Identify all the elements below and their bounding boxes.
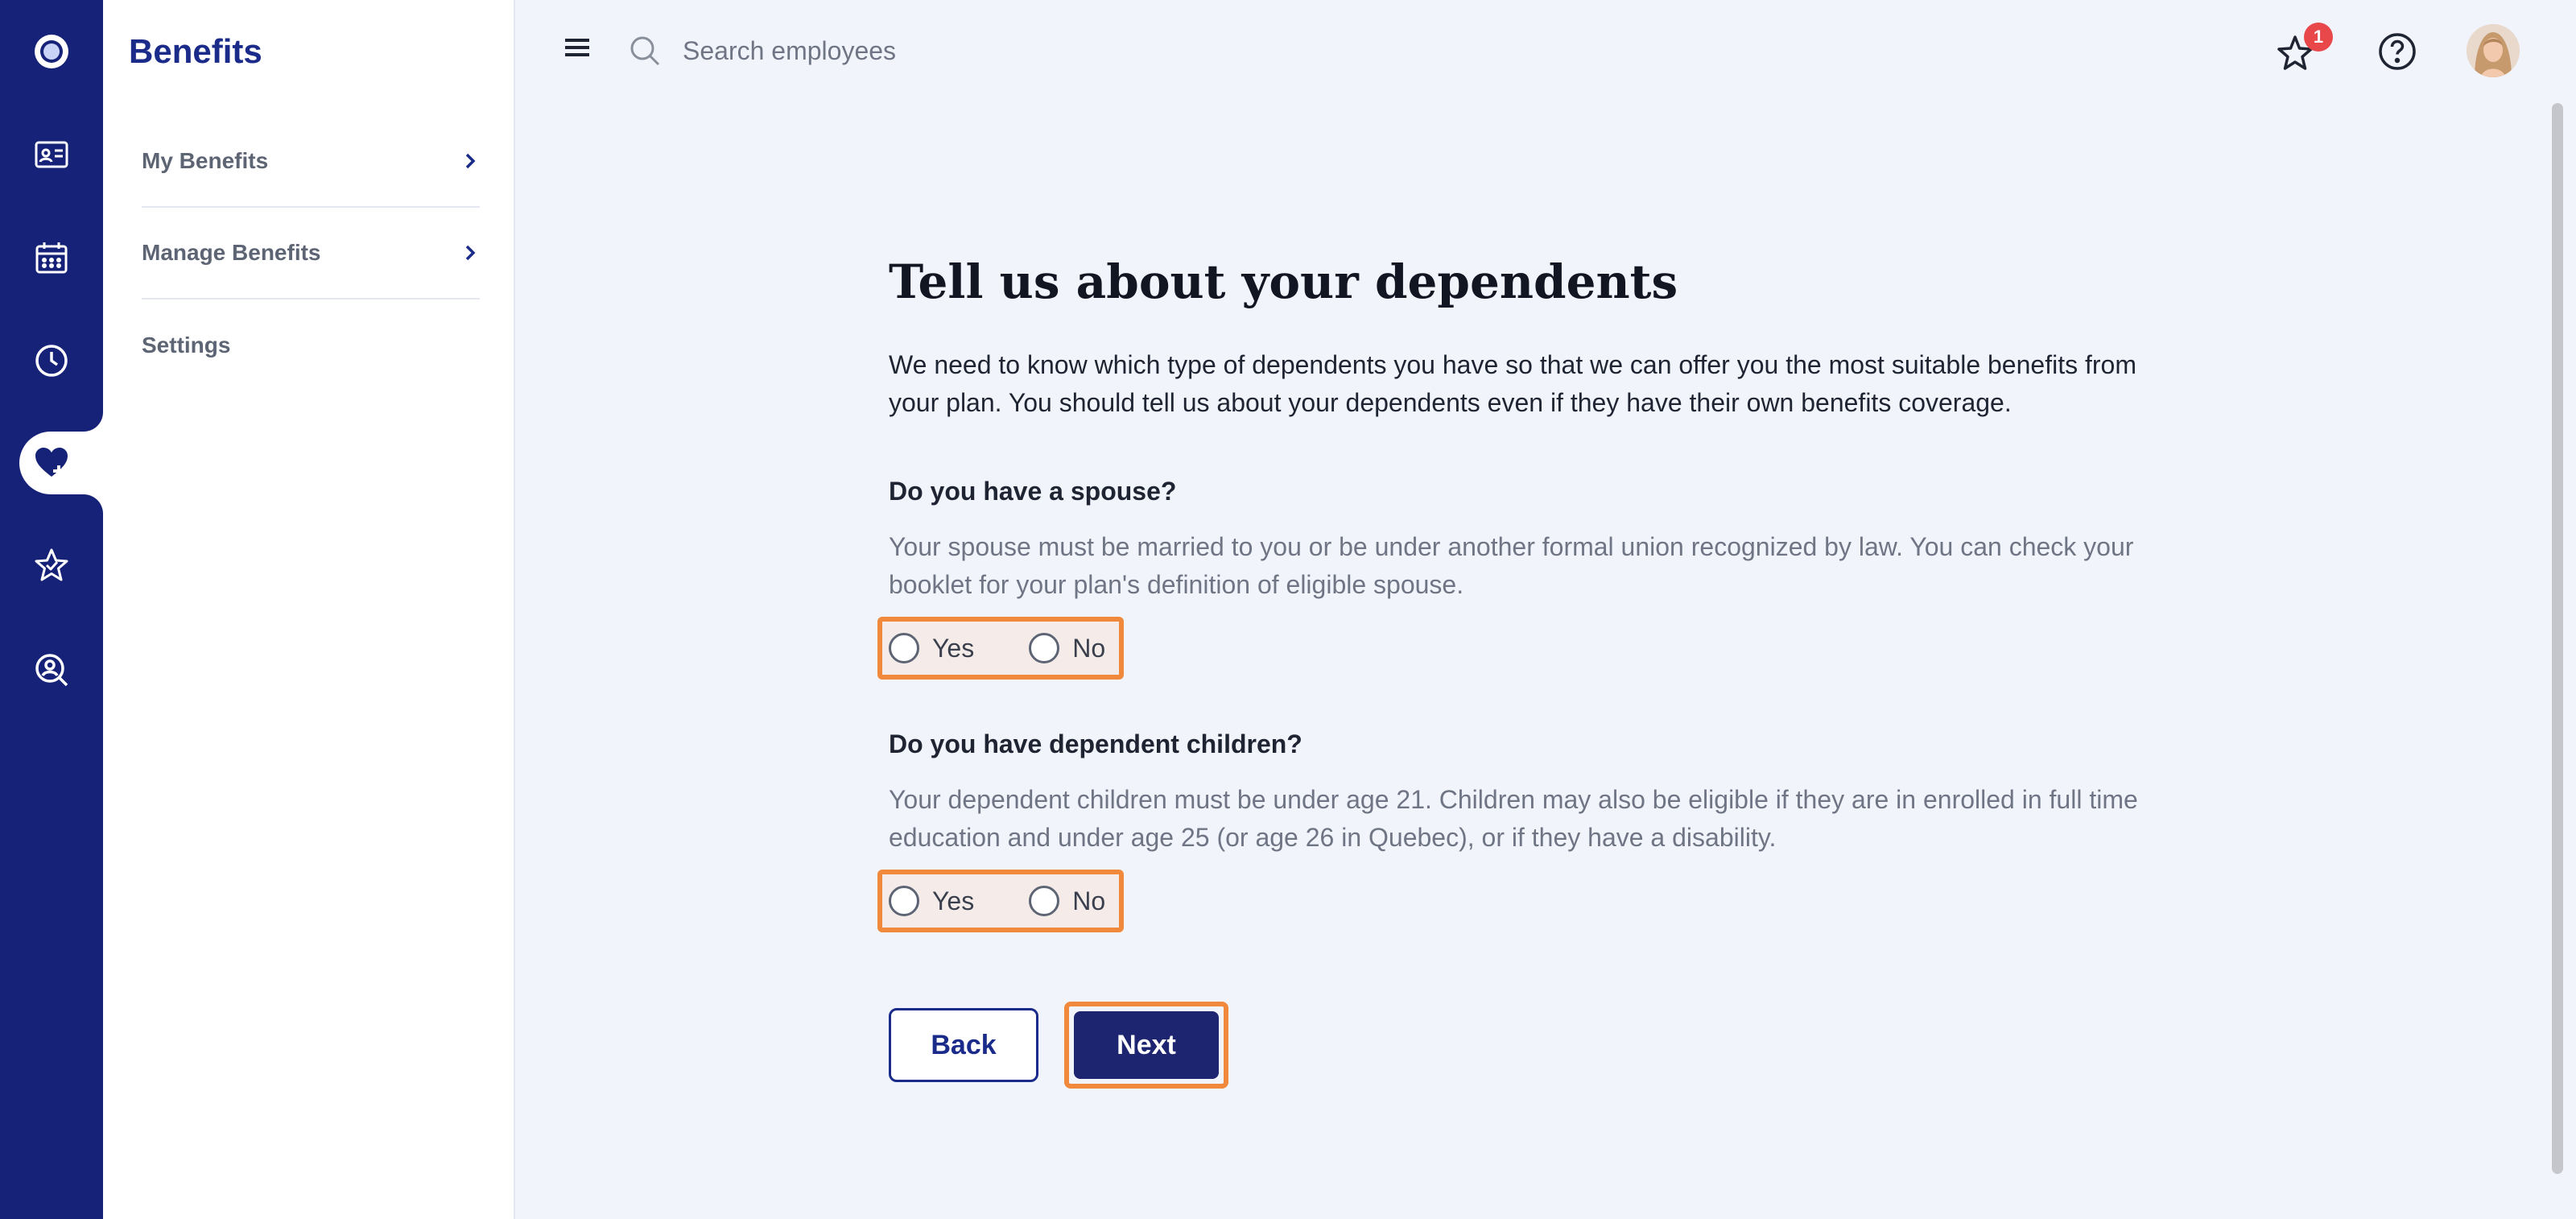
logo-icon — [35, 35, 68, 68]
chevron-right-icon — [465, 153, 476, 169]
next-button[interactable]: Next — [1074, 1011, 1219, 1079]
scrollbar-thumb[interactable] — [2552, 103, 2563, 1174]
calendar-icon — [35, 242, 68, 274]
help-icon[interactable] — [2376, 31, 2418, 72]
nav-rail — [0, 0, 108, 1219]
radio-label: No — [1072, 633, 1106, 663]
avatar-icon — [2467, 24, 2520, 77]
back-button[interactable]: Back — [889, 1008, 1038, 1082]
id-card-icon — [35, 141, 68, 168]
hamburger-menu-icon[interactable] — [564, 35, 592, 60]
rail-item-time[interactable] — [0, 327, 103, 395]
children-question: Do you have dependent children? — [889, 729, 1302, 758]
spouse-question: Do you have a spouse? — [889, 477, 1177, 506]
radio-label: No — [1072, 886, 1106, 915]
radio-circle-icon[interactable] — [889, 633, 919, 663]
sidebar-item-label: Manage Benefits — [142, 240, 321, 265]
page-title: Tell us about your dependents — [889, 254, 1678, 309]
rail-item-recognition[interactable] — [0, 531, 103, 599]
children-yes-radio[interactable]: Yes — [889, 874, 974, 928]
rail-item-benefits[interactable] — [0, 429, 103, 497]
intro-text: We need to know which type of dependents… — [889, 350, 2136, 417]
children-no-radio[interactable]: No — [1029, 874, 1105, 928]
next-button-highlight: Next — [1064, 1002, 1228, 1089]
rail-item-home[interactable] — [0, 18, 103, 85]
star-icon — [35, 548, 68, 581]
radio-circle-icon[interactable] — [1029, 886, 1060, 916]
radio-circle-icon[interactable] — [889, 886, 919, 916]
rail-item-calendar[interactable] — [0, 224, 103, 291]
sidebar-item-my-benefits[interactable]: My Benefits — [142, 116, 480, 208]
sidebar-item-label: My Benefits — [142, 148, 269, 173]
rail-item-directory[interactable] — [0, 121, 103, 188]
spouse-no-radio[interactable]: No — [1029, 622, 1105, 675]
rail-item-people-search[interactable] — [0, 636, 103, 704]
user-avatar[interactable] — [2467, 24, 2520, 77]
radio-label: Yes — [932, 633, 975, 663]
notification-badge: 1 — [2304, 23, 2333, 52]
radio-label: Yes — [932, 886, 975, 915]
rail-active-curve-bottom — [84, 494, 103, 514]
heart-plus-icon — [35, 448, 68, 477]
sidebar: Benefits My Benefits Manage Benefits Set… — [103, 0, 515, 1219]
children-radio-group: Yes No — [877, 870, 1124, 932]
clock-icon — [35, 345, 68, 377]
spouse-radio-group: Yes No — [877, 617, 1124, 680]
spouse-yes-radio[interactable]: Yes — [889, 622, 974, 675]
spouse-helper-text: Your spouse must be married to you or be… — [889, 532, 2134, 599]
sidebar-item-label: Settings — [142, 333, 231, 357]
chevron-right-icon — [465, 245, 476, 261]
sidebar-item-settings[interactable]: Settings — [142, 300, 480, 391]
search-person-icon — [35, 654, 68, 687]
sidebar-item-manage-benefits[interactable]: Manage Benefits — [142, 208, 480, 300]
search-icon — [630, 36, 660, 66]
search-input[interactable] — [683, 31, 1166, 71]
radio-circle-icon[interactable] — [1029, 633, 1060, 663]
children-helper-text: Your dependent children must be under ag… — [889, 785, 2138, 852]
sidebar-title: Benefits — [129, 32, 262, 70]
